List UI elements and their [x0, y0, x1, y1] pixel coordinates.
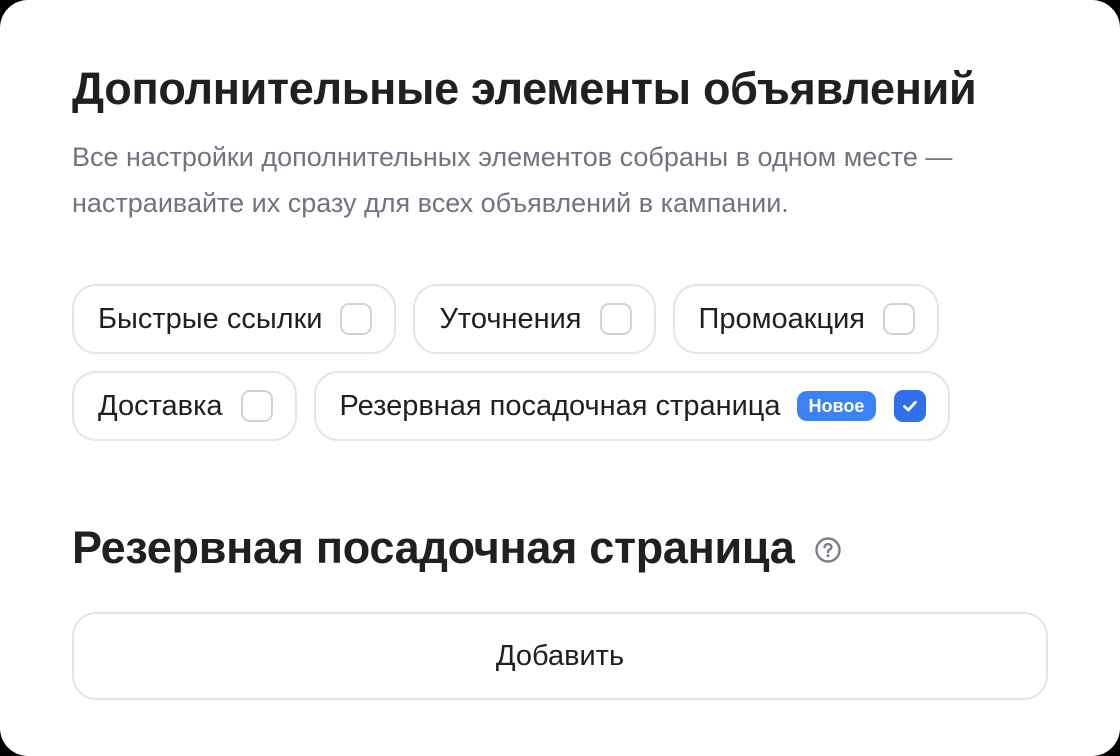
clarifications-checkbox[interactable] — [599, 303, 632, 335]
question-circle-icon[interactable] — [813, 535, 843, 565]
chip-clarifications[interactable]: Уточнения — [413, 284, 656, 354]
chip-quick-links[interactable]: Быстрые ссылки — [72, 284, 397, 354]
chip-label: Быстрые ссылки — [98, 302, 323, 335]
add-button[interactable]: Добавить — [72, 612, 1048, 700]
checkmark-icon — [903, 400, 918, 412]
page-subtitle: Все настройки дополнительных элементов с… — [72, 142, 953, 218]
chip-label: Доставка — [98, 389, 223, 422]
backup-landing-page-checkbox[interactable] — [894, 390, 927, 422]
quick-links-checkbox[interactable] — [340, 303, 373, 335]
chip-promo[interactable]: Промоакция — [672, 284, 940, 354]
chip-row: Быстрые ссылки Уточнения Промоакция — [72, 284, 1052, 354]
new-badge: Новое — [796, 391, 877, 421]
chip-label: Уточнения — [439, 302, 582, 335]
chip-label: Промоакция — [698, 302, 866, 335]
element-chips: Быстрые ссылки Уточнения Промоакция Дост… — [72, 284, 1052, 458]
section-header: Резервная посадочная страница — [72, 518, 843, 578]
section-title: Резервная посадочная страница — [72, 522, 795, 573]
chip-row: Доставка Резервная посадочная страница Н… — [72, 371, 1052, 441]
chip-delivery[interactable]: Доставка — [72, 371, 297, 441]
delivery-checkbox[interactable] — [240, 390, 273, 422]
page-title: Дополнительные элементы объявлений — [72, 63, 977, 114]
settings-card: Дополнительные элементы объявлений Все н… — [0, 0, 1120, 756]
chip-label: Резервная посадочная страница — [339, 389, 781, 422]
chip-backup-landing-page[interactable]: Резервная посадочная страница Новое — [313, 371, 951, 441]
promo-checkbox[interactable] — [883, 303, 916, 335]
